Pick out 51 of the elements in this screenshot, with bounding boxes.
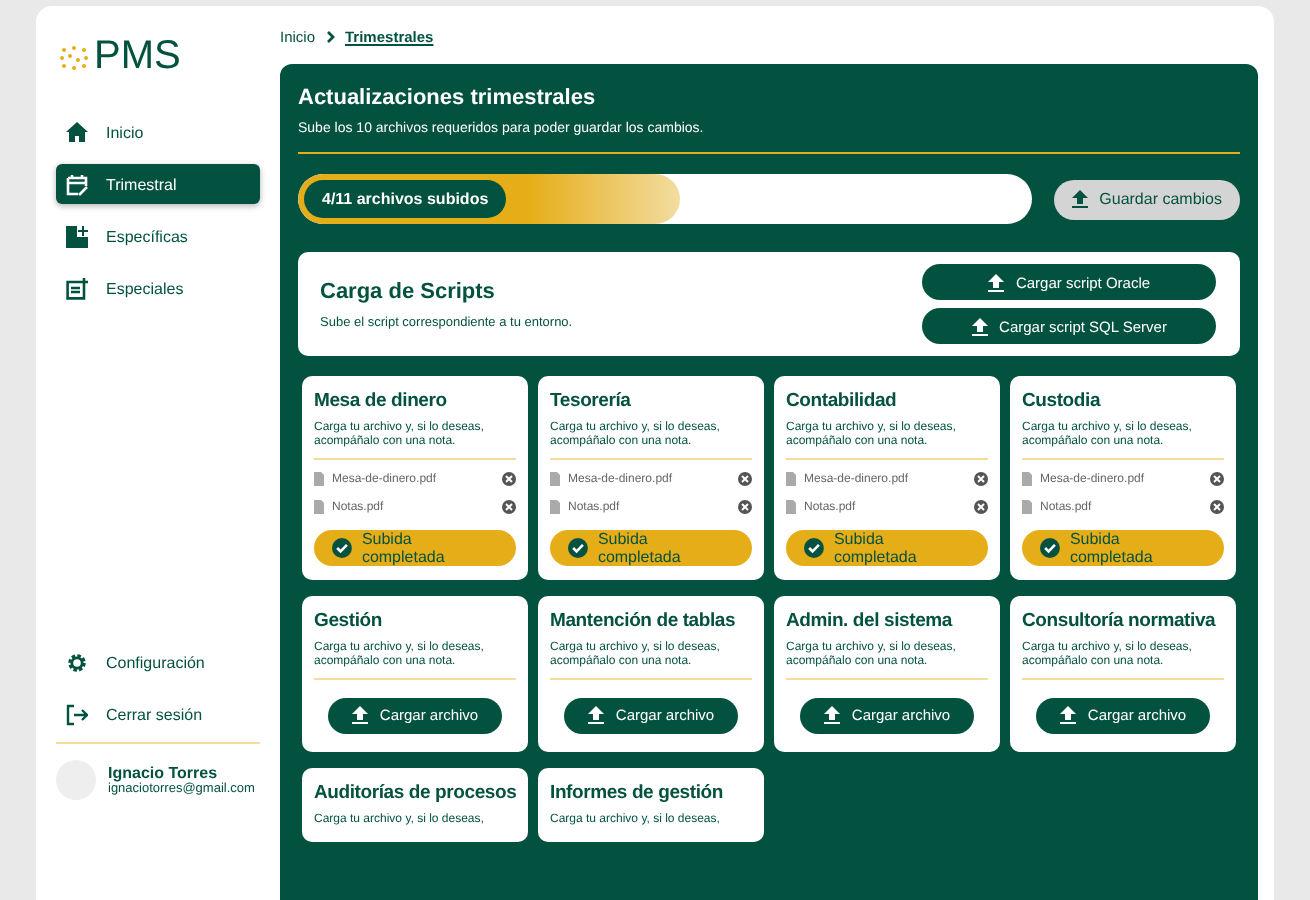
card-title: Mantención de tablas [550, 609, 738, 632]
sidebar-item[interactable]: Especiales [56, 268, 260, 308]
check-icon [568, 537, 588, 558]
card-title: Mesa de dinero [314, 390, 449, 412]
upload-complete-badge: Subida completada [1022, 529, 1224, 566]
dots-logo-icon [60, 45, 88, 69]
card-title: Informes de gestión [550, 781, 725, 804]
settings-icon [66, 651, 88, 673]
sidebar-item[interactable]: Trimestral [56, 164, 260, 204]
remove-icon[interactable] [738, 472, 752, 487]
upload-complete-badge: Subida completada [786, 529, 988, 566]
user-name: Ignacio Torres [108, 764, 220, 782]
remove-icon[interactable] [974, 472, 988, 487]
check-icon [332, 537, 352, 558]
card-title: Tesorería [550, 390, 633, 412]
remove-icon[interactable] [738, 500, 752, 515]
check-icon [804, 537, 824, 558]
card-title: Consultoría normativa [1022, 609, 1218, 632]
upload-icon [351, 706, 368, 725]
sidebar-item[interactable]: Cerrar sesión [56, 694, 260, 734]
home-icon [66, 122, 88, 142]
upload-icon [971, 317, 988, 335]
remove-icon[interactable] [502, 472, 516, 487]
remove-icon[interactable] [1210, 500, 1224, 515]
sidebar-item[interactable]: Inicio [56, 112, 260, 152]
page-title: Actualizaciones trimestrales [298, 86, 598, 110]
remove-icon[interactable] [974, 500, 988, 515]
check-icon [1040, 537, 1060, 558]
add-note-icon [66, 277, 88, 299]
upload-complete-badge: Subida completada [314, 529, 516, 566]
card-title: Contabilidad [786, 390, 899, 412]
upload-complete-badge: Subida completada [550, 529, 752, 566]
calendar-icon [66, 173, 88, 195]
progress-label: 4/11 archivos subidos [304, 180, 507, 218]
card-title: Auditorías de procesos [314, 781, 516, 804]
logo-text: PMS [94, 34, 181, 80]
card-title: Carga de Scripts [320, 279, 497, 303]
remove-icon[interactable] [502, 500, 516, 515]
card-title: Custodia [1022, 390, 1103, 412]
upload-icon [823, 706, 840, 725]
sidebar-item[interactable]: Configuración [56, 642, 260, 682]
card-title: Admin. del sistema [786, 609, 955, 632]
upload-icon [1071, 190, 1088, 208]
upload-icon [987, 273, 1004, 291]
logout-icon [66, 703, 88, 725]
upload-icon [587, 706, 604, 725]
card-title: Gestión [314, 609, 384, 632]
remove-icon[interactable] [1210, 472, 1224, 487]
sidebar-item[interactable]: Específicas [56, 216, 260, 256]
upload-icon [1059, 706, 1076, 725]
chevron-icon [325, 30, 336, 44]
